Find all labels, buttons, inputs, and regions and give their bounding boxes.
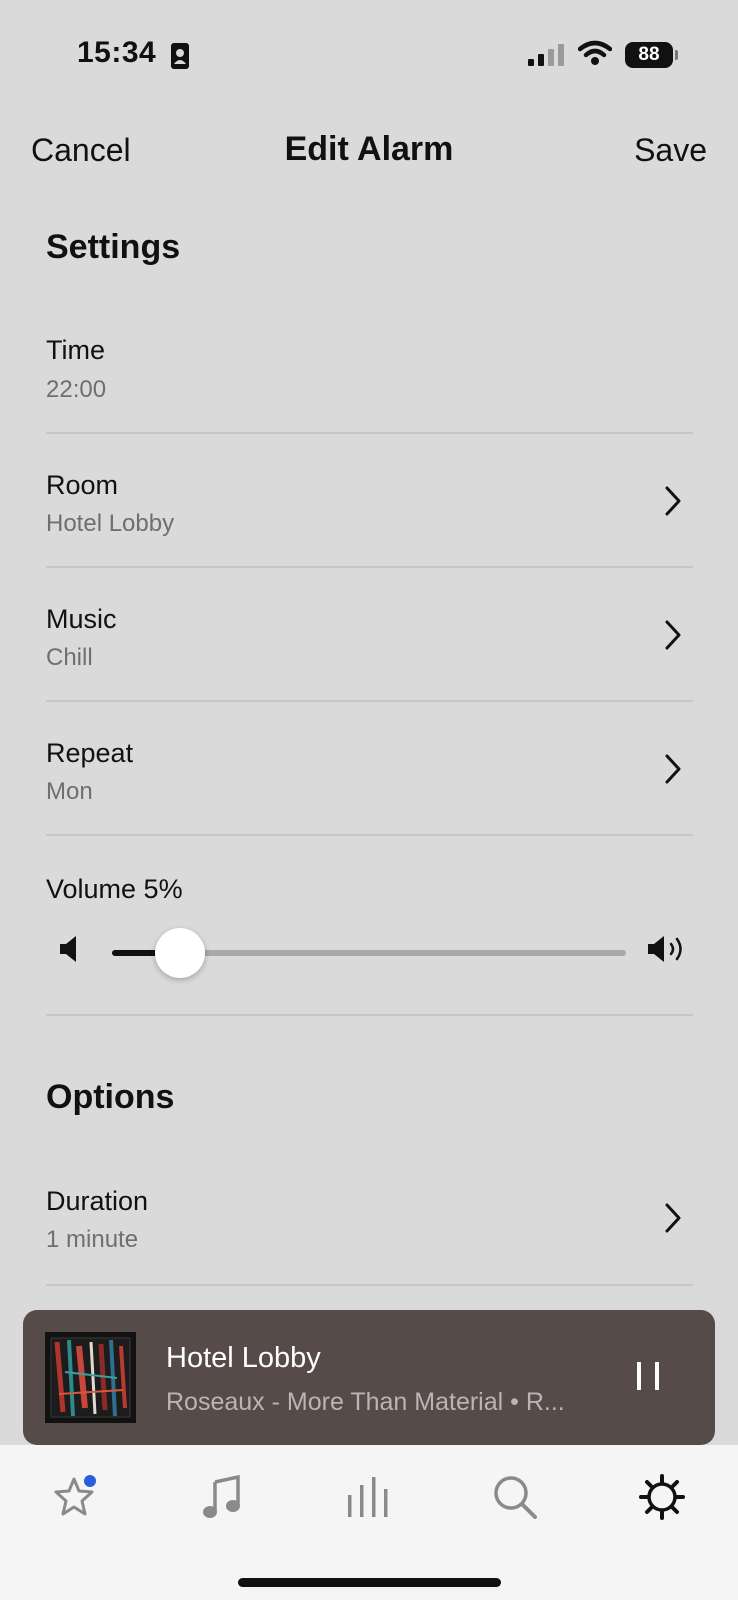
cellular-signal-icon — [528, 44, 564, 71]
status-time: 15:34 — [77, 36, 157, 69]
room-value: Hotel Lobby — [46, 510, 175, 537]
room-label: Room — [46, 470, 119, 500]
search-icon — [492, 1474, 538, 1525]
battery-tip — [675, 50, 678, 60]
wifi-icon — [577, 40, 613, 71]
music-value: Chill — [46, 644, 93, 671]
options-section-title: Options — [46, 1078, 175, 1116]
volume-low-icon[interactable] — [58, 934, 80, 969]
time-value: 22:00 — [46, 376, 107, 403]
music-note-icon — [200, 1474, 244, 1525]
volume-high-icon[interactable] — [646, 934, 692, 969]
now-playing-subtitle: Roseaux - More Than Material • R... — [166, 1388, 565, 1416]
page-title: Edit Alarm — [284, 130, 454, 168]
now-playing-title: Hotel Lobby — [166, 1342, 321, 1374]
chevron-right-icon — [665, 486, 681, 521]
volume-label: Volume 5% — [46, 874, 183, 904]
music-label: Music — [46, 604, 117, 634]
status-bar: 15:34 88 — [0, 0, 738, 100]
room-row[interactable]: Room Hotel Lobby — [46, 434, 693, 568]
volume-slider-thumb[interactable] — [155, 928, 205, 978]
tab-favorites[interactable] — [44, 1469, 104, 1529]
music-row[interactable]: Music Chill — [46, 568, 693, 702]
tab-music[interactable] — [192, 1469, 252, 1529]
volume-row: Volume 5% — [46, 838, 693, 1016]
tab-search[interactable] — [485, 1469, 545, 1529]
duration-row[interactable]: Duration 1 minute — [46, 1152, 693, 1286]
pause-button[interactable] — [635, 1360, 661, 1397]
settings-section-title: Settings — [46, 228, 181, 266]
duration-label: Duration — [46, 1186, 149, 1216]
save-button[interactable]: Save — [634, 132, 707, 169]
rooms-bars-icon — [345, 1475, 391, 1524]
volume-slider[interactable] — [112, 928, 626, 978]
now-playing-bar[interactable]: Hotel Lobby Roseaux - More Than Material… — [23, 1310, 715, 1445]
chevron-right-icon — [665, 620, 681, 655]
repeat-label: Repeat — [46, 738, 134, 768]
battery-indicator: 88 — [625, 42, 673, 68]
album-art — [45, 1332, 136, 1423]
chevron-right-icon — [665, 1203, 681, 1238]
repeat-row[interactable]: Repeat Mon — [46, 702, 693, 836]
notification-badge — [84, 1475, 96, 1487]
duration-value: 1 minute — [46, 1226, 139, 1253]
nav-bar: Cancel Edit Alarm Save — [0, 120, 738, 180]
tab-bar — [0, 1445, 738, 1600]
tab-settings[interactable] — [632, 1469, 692, 1529]
repeat-value: Mon — [46, 778, 93, 805]
contact-card-icon — [170, 42, 190, 75]
settings-gear-icon — [638, 1473, 686, 1526]
tab-rooms[interactable] — [338, 1469, 398, 1529]
time-label: Time — [46, 335, 105, 365]
home-indicator — [238, 1578, 501, 1587]
time-row[interactable]: Time 22:00 — [46, 300, 693, 434]
chevron-right-icon — [665, 754, 681, 789]
